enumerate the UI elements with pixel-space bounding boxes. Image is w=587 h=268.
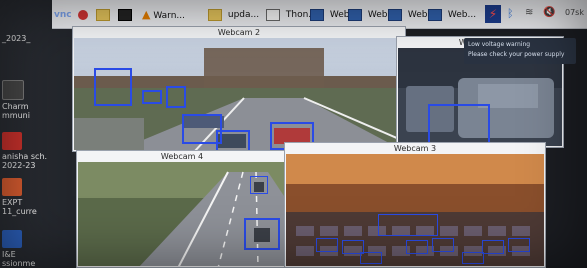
tooltip-message: Please check your power supply: [468, 51, 565, 58]
terminal-icon: [118, 8, 132, 21]
detection-box: [360, 252, 382, 264]
desktop-icon-label: anisha sch.: [2, 152, 48, 161]
window-icon: [388, 8, 402, 21]
low-voltage-warning-icon[interactable]: ⚡: [485, 5, 501, 23]
desktop-icon-charm[interactable]: Charm mmuni: [2, 80, 50, 120]
window-title: Webcam 2: [217, 28, 261, 37]
detection-box: [378, 214, 438, 236]
bluetooth-icon[interactable]: ᛒ: [507, 7, 514, 20]
network-rate-text: 07sk: [565, 8, 584, 17]
system-tray: ⚡ ᛒ ≋ 🔇 07sk: [477, 0, 587, 28]
taskbar-item-label: Warn...: [153, 11, 186, 21]
folder-icon: [208, 8, 222, 21]
pdf-file-icon: [2, 132, 22, 150]
desktop-icon-2023[interactable]: _2023_: [2, 34, 50, 43]
detection-box: [406, 240, 428, 254]
desktop-icon-expt[interactable]: EXPT 11_curre: [2, 178, 50, 216]
desktop-icon-label: Charm: [2, 102, 29, 111]
warning-icon: ▲: [142, 8, 151, 21]
desktop-icon-label: I&E: [2, 250, 16, 259]
detection-box: [432, 238, 454, 252]
python-icon: [266, 8, 280, 21]
desktop-icon-label: 2022-23: [2, 161, 36, 170]
vnc-logo-icon[interactable]: vnc: [54, 6, 72, 24]
detection-box: [94, 68, 132, 106]
desktop-icon-label: 11_curre: [2, 207, 37, 216]
detection-box: [316, 238, 338, 252]
window-title: Webcam 3: [393, 144, 437, 153]
desktop-icon-ie[interactable]: I&E ssionme: [2, 230, 50, 268]
taskbar-item-label: upda...: [227, 10, 260, 20]
word-file-icon: [2, 230, 22, 248]
desktop-icon-label: EXPT: [2, 198, 23, 207]
detection-box: [482, 240, 504, 254]
detection-box: [462, 252, 484, 264]
desktop-icon-label: _2023_: [2, 34, 31, 43]
detection-box: [428, 104, 490, 144]
powerpoint-file-icon: [2, 178, 22, 196]
detection-box: [244, 218, 280, 250]
desktop-icon-label: mmuni: [2, 111, 30, 120]
webcam-4-feed: [78, 162, 286, 266]
taskbar-item-label: Web...: [447, 10, 476, 20]
taskbar-updates-button[interactable]: upda...: [208, 6, 264, 24]
webcam-3-window[interactable]: Webcam 3: [284, 142, 546, 268]
window-icon: [348, 8, 362, 21]
detection-box: [250, 176, 268, 194]
desktop-icon-pdf[interactable]: anisha sch. 2022-23: [2, 132, 50, 170]
webcam-4-window[interactable]: Webcam 4: [76, 150, 288, 268]
webcam-2-window[interactable]: Webcam 2: [72, 26, 406, 152]
window-icon: [310, 8, 324, 21]
wifi-icon[interactable]: ≋: [525, 7, 533, 18]
volume-muted-icon[interactable]: 🔇: [543, 7, 555, 18]
detection-box: [142, 90, 162, 104]
detection-box: [166, 86, 186, 108]
low-voltage-tooltip: Low voltage warning Please check your po…: [464, 38, 576, 64]
stop-icon[interactable]: [78, 10, 88, 20]
detection-box: [216, 130, 250, 150]
webcam-2-feed: [74, 38, 404, 150]
folder-icon: [96, 8, 110, 21]
webcam-3-feed: [286, 154, 544, 266]
terminal-button[interactable]: [118, 6, 138, 24]
desktop-icon-label: ssionme: [2, 259, 36, 268]
window-title: Webcam 4: [160, 152, 204, 161]
app-icon: [2, 80, 24, 100]
taskbar-webcam-button-4[interactable]: Web...: [428, 6, 476, 24]
folder-button[interactable]: [96, 6, 114, 24]
tooltip-title: Low voltage warning: [468, 41, 531, 48]
window-icon: [428, 8, 442, 21]
taskbar: vnc ▲ Warn... upda... Thon... Web... Web…: [52, 0, 587, 29]
taskbar-warning-button[interactable]: ▲ Warn...: [142, 6, 204, 24]
detection-box: [508, 238, 530, 252]
